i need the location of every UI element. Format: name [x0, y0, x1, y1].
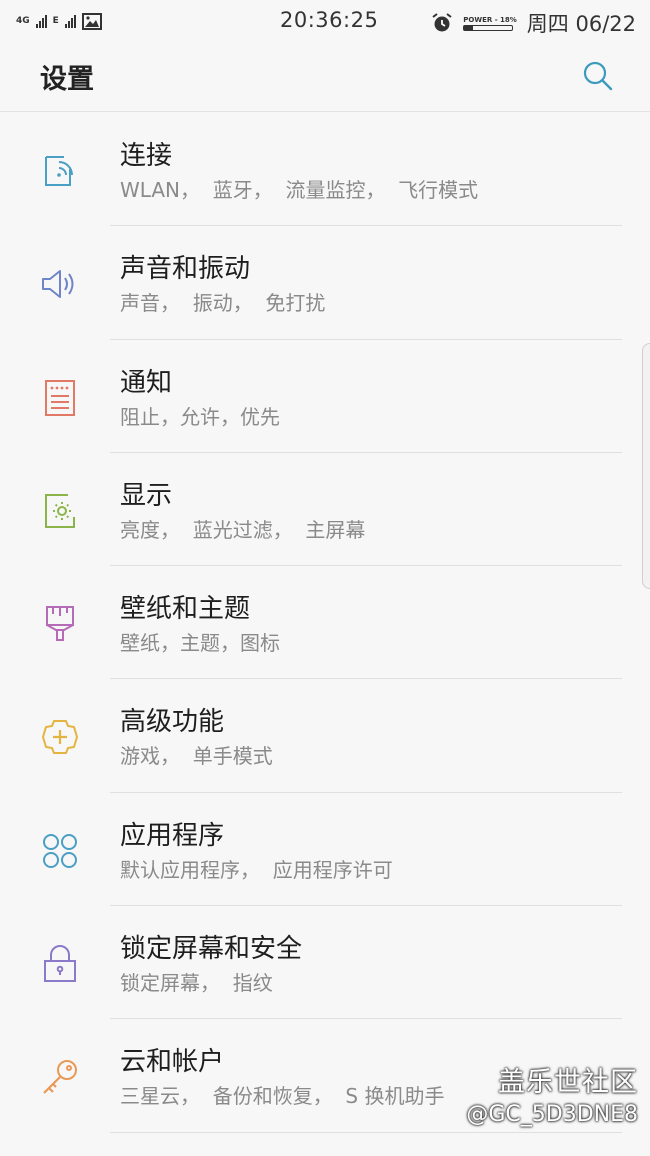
network-type-2: E [52, 15, 59, 26]
status-bar-left: 4G E [16, 12, 102, 30]
settings-item-connections[interactable]: 连接 WLAN， 蓝牙， 流量监控， 飞行模式 [0, 113, 650, 227]
settings-item-subtitle: WLAN， 蓝牙， 流量监控， 飞行模式 [120, 178, 479, 202]
paintbrush-icon [46, 606, 74, 642]
app-bar: 设置 [0, 42, 650, 112]
divider [110, 1131, 622, 1133]
alarm-icon [432, 13, 452, 32]
settings-item-title: 高级功能 [120, 707, 225, 738]
settings-item-title: 显示 [120, 480, 173, 511]
watermark-user: @GC_5D3DNE8 [466, 1102, 638, 1127]
edge-panel-handle[interactable] [642, 343, 650, 589]
settings-item-subtitle: 三星云， 备份和恢复， S 换机助手 [120, 1084, 445, 1109]
settings-item-subtitle: 阻止，允许，优先 [120, 404, 280, 429]
battery-fill [464, 25, 473, 30]
settings-item-title: 连接 [120, 141, 173, 171]
search-icon[interactable] [582, 60, 614, 92]
notifications-icon [45, 379, 75, 416]
battery-indicator: POWER - 18% [463, 16, 517, 31]
settings-item-subtitle: 锁定屏幕， 指纹 [120, 971, 273, 996]
settings-item-wallpaper-themes[interactable]: 壁纸和主题 壁纸，主题，图标 [0, 566, 650, 680]
connections-icon [45, 156, 73, 186]
image-icon [81, 12, 102, 30]
page-title: 设置 [40, 64, 94, 95]
status-bar-right: POWER - 18% 周四 06/22 [431, 8, 636, 38]
status-date: 周四 06/22 [526, 12, 636, 36]
settings-item-title: 壁纸和主题 [120, 594, 251, 625]
settings-item-title: 锁定屏幕和安全 [120, 934, 303, 965]
watermark-title: 盖乐世社区 [498, 1067, 638, 1098]
settings-item-advanced-features[interactable]: 高级功能 游戏， 单手模式 [0, 679, 650, 793]
watermark: 盖乐世社区 @GC_5D3DNE8 [466, 1066, 638, 1130]
settings-item-notifications[interactable]: 通知 阻止，允许，优先 [0, 340, 650, 453]
apps-icon [43, 833, 77, 868]
settings-item-applications[interactable]: 应用程序 默认应用程序， 应用程序许可 [0, 793, 650, 907]
signal-icon [64, 14, 76, 28]
settings-item-title: 应用程序 [120, 820, 225, 851]
status-bar: 4G E 20:36:25 POWER - 18% 周四 06/22 [0, 0, 650, 42]
settings-list: 连接 WLAN， 蓝牙， 流量监控， 飞行模式 声音和振动 声音， 振动， 免打… [0, 113, 650, 1133]
settings-item-subtitle: 壁纸，主题，图标 [120, 631, 280, 656]
display-icon [45, 493, 75, 528]
settings-item-title: 通知 [120, 367, 173, 398]
speaker-icon [42, 270, 74, 299]
key-icon [43, 1060, 77, 1095]
settings-item-subtitle: 亮度， 蓝光过滤， 主屏幕 [120, 517, 366, 542]
settings-item-sound[interactable]: 声音和振动 声音， 振动， 免打扰 [0, 226, 650, 340]
settings-item-title: 声音和振动 [120, 254, 251, 285]
battery-label: POWER - 18% [463, 15, 517, 24]
status-time: 20:36:25 [280, 8, 379, 32]
settings-item-display[interactable]: 显示 亮度， 蓝光过滤， 主屏幕 [0, 453, 650, 567]
settings-item-lock-screen-security[interactable]: 锁定屏幕和安全 锁定屏幕， 指纹 [0, 906, 650, 1020]
network-type-1: 4G [16, 15, 30, 26]
advanced-features-icon [42, 720, 78, 755]
settings-item-subtitle: 游戏， 单手模式 [120, 744, 273, 769]
settings-item-subtitle: 声音， 振动， 免打扰 [120, 291, 326, 316]
lock-icon [44, 945, 76, 983]
settings-item-title: 云和帐户 [120, 1047, 225, 1078]
settings-item-subtitle: 默认应用程序， 应用程序许可 [120, 857, 393, 882]
battery-bar [463, 24, 514, 31]
signal-icon [35, 14, 47, 28]
